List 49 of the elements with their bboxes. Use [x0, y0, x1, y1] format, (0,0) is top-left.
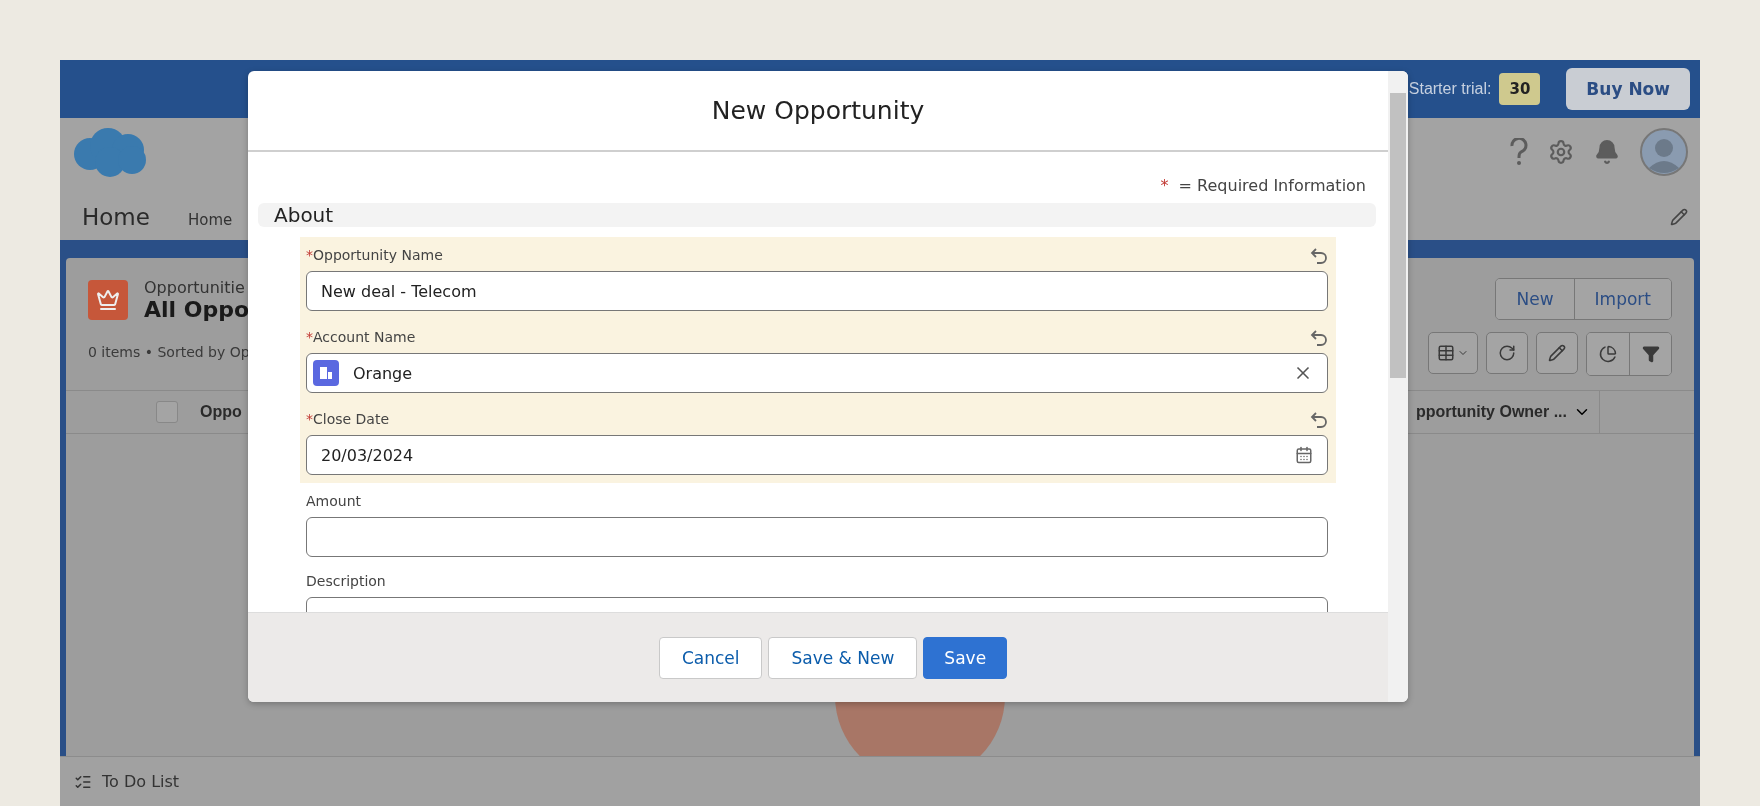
- app-name: Home: [82, 204, 150, 230]
- settings-icon[interactable]: [1548, 139, 1574, 165]
- table-view-button[interactable]: [1428, 332, 1478, 374]
- field-label: Description: [306, 573, 386, 589]
- required-note: * = Required Information: [1160, 176, 1367, 195]
- undo-icon[interactable]: [1310, 410, 1328, 428]
- buy-now-button[interactable]: Buy Now: [1566, 68, 1690, 110]
- footer-button[interactable]: Cancel: [658, 636, 763, 679]
- refresh-icon: [1498, 344, 1516, 362]
- input-field[interactable]: Orange: [306, 353, 1328, 393]
- to-do-list-button[interactable]: To Do List: [68, 771, 186, 792]
- edit-icon[interactable]: [1670, 208, 1688, 226]
- filter-icon: [1641, 345, 1660, 363]
- input-field[interactable]: New deal - Telecom: [306, 271, 1328, 311]
- undo-icon[interactable]: [1310, 328, 1328, 346]
- object-label: Opportunitie: [144, 278, 246, 297]
- help-icon[interactable]: [1510, 138, 1528, 166]
- list-action-button[interactable]: Import: [1573, 279, 1671, 319]
- nav-tab[interactable]: Home: [187, 211, 233, 229]
- column-header[interactable]: pportunity Owner ...: [1415, 403, 1567, 421]
- field-label: *Close Date: [306, 411, 390, 427]
- modal-title: New Opportunity: [711, 96, 925, 125]
- pencil-icon: [1548, 344, 1566, 362]
- field-label: Amount: [306, 493, 361, 509]
- table-icon: [1437, 344, 1455, 362]
- trial-days: 30: [1499, 73, 1541, 105]
- scrollbar[interactable]: [1388, 71, 1408, 702]
- trial-label: Starter trial:: [1408, 80, 1492, 98]
- section-header[interactable]: About: [258, 203, 1376, 227]
- field-label: *Account Name: [306, 329, 416, 345]
- list-title[interactable]: All Oppo: [144, 297, 250, 322]
- pie-chart-icon: [1599, 345, 1617, 363]
- chart-button[interactable]: [1587, 333, 1629, 375]
- save-button[interactable]: Save: [923, 636, 1008, 679]
- undo-icon[interactable]: [1310, 246, 1328, 264]
- crown-icon: [88, 280, 128, 320]
- edit-button[interactable]: [1536, 332, 1578, 374]
- account-icon: [313, 360, 339, 386]
- list-action-button[interactable]: New: [1496, 279, 1574, 319]
- checkbox[interactable]: [156, 401, 178, 423]
- column-header[interactable]: Oppo: [200, 403, 242, 421]
- footer-button[interactable]: Save & New: [768, 636, 918, 679]
- bell-icon[interactable]: [1594, 139, 1620, 165]
- filter-button[interactable]: [1629, 333, 1671, 375]
- input-field[interactable]: [306, 517, 1328, 557]
- input-field[interactable]: 20/03/2024: [306, 435, 1328, 475]
- refresh-button[interactable]: [1486, 332, 1528, 374]
- field-label: *Opportunity Name: [306, 247, 443, 263]
- calendar-icon[interactable]: [1295, 446, 1313, 464]
